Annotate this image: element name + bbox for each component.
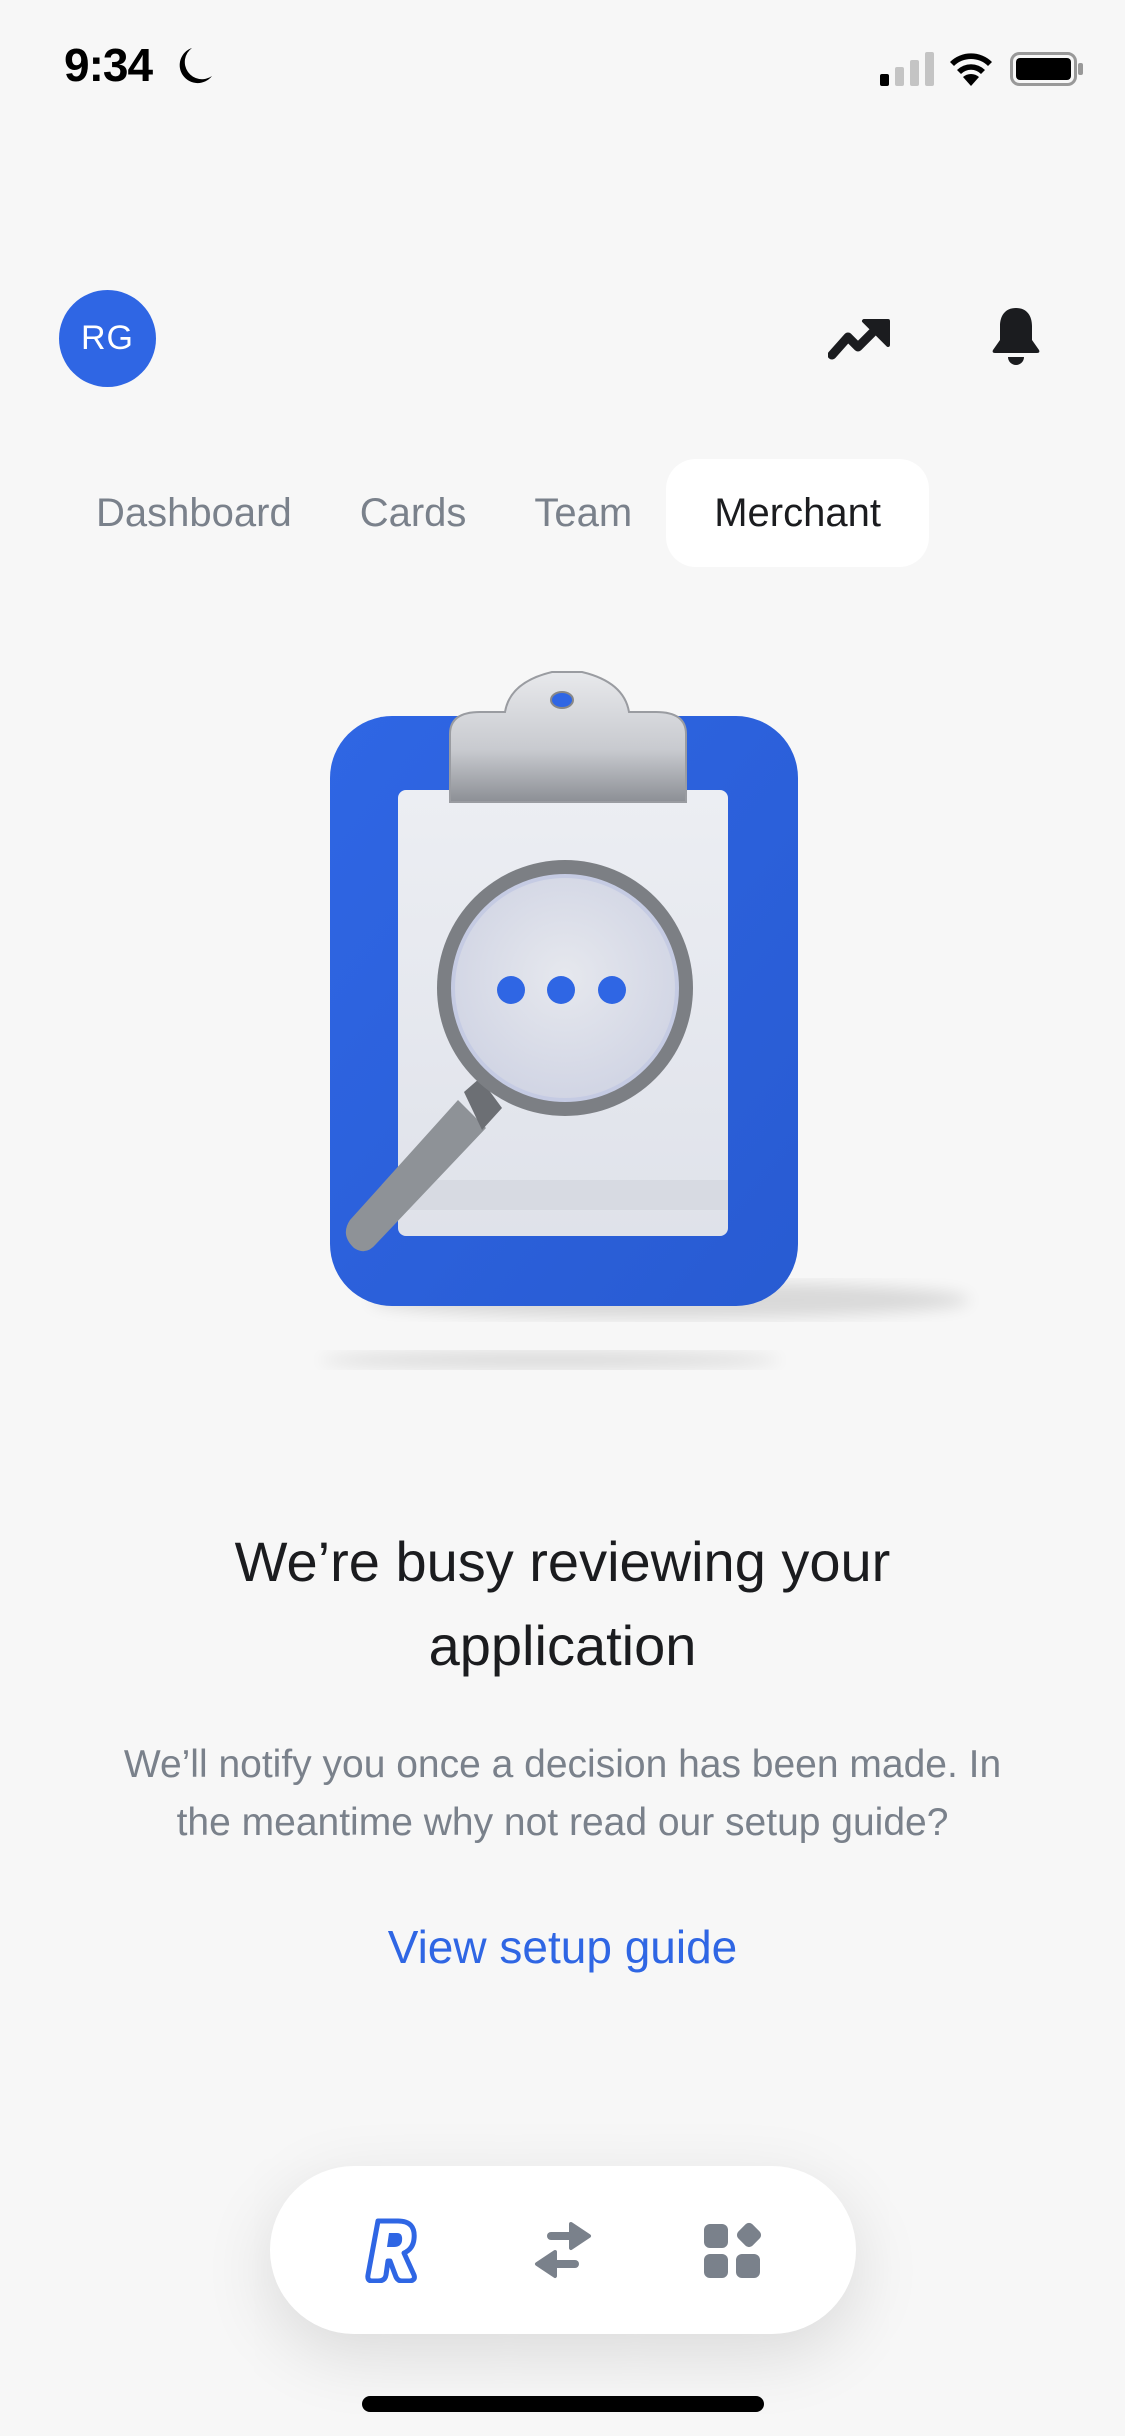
transfer-arrows-icon [534, 2222, 591, 2278]
bottom-nav [270, 2166, 856, 2334]
status-description-line2: the meantime why not read our setup guid… [176, 1801, 949, 1844]
status-time: 9:34 [64, 39, 153, 91]
cellular-signal-icon [880, 52, 934, 86]
apps-grid-icon [703, 2222, 761, 2278]
nav-transfers[interactable] [518, 2205, 608, 2295]
status-description-line1: We’ll notify you once a decision has bee… [123, 1743, 1002, 1786]
status-title-line1: We’re busy reviewing your [234, 1530, 891, 1593]
revolut-r-icon [365, 2218, 418, 2283]
nav-home[interactable] [349, 2205, 439, 2295]
moon-icon [179, 48, 212, 84]
status-description: We’ll notify you once a decision has bee… [70, 1736, 1055, 1852]
battery-icon [1010, 52, 1083, 86]
home-indicator[interactable] [362, 2396, 764, 2412]
status-title-line2: application [428, 1614, 697, 1677]
segment-tabs: Dashboard Cards Team Merchant [60, 459, 929, 567]
trend-up-icon [828, 319, 890, 360]
clipboard-magnifier-illustration [320, 671, 970, 1368]
tab-cards[interactable]: Cards [326, 459, 501, 567]
status-title: We’re busy reviewing your application [0, 1520, 1125, 1688]
avatar-initials: RG [81, 319, 134, 357]
analytics-button[interactable] [824, 303, 896, 375]
tab-merchant[interactable]: Merchant [666, 459, 929, 567]
nav-hub[interactable] [687, 2205, 777, 2295]
avatar[interactable]: RG [59, 290, 156, 387]
wifi-icon [950, 53, 992, 86]
tab-team[interactable]: Team [500, 459, 666, 567]
notifications-button[interactable] [980, 300, 1052, 372]
bell-icon [992, 308, 1040, 365]
tab-dashboard[interactable]: Dashboard [60, 459, 326, 567]
view-setup-guide-link[interactable]: View setup guide [0, 1920, 1125, 1974]
